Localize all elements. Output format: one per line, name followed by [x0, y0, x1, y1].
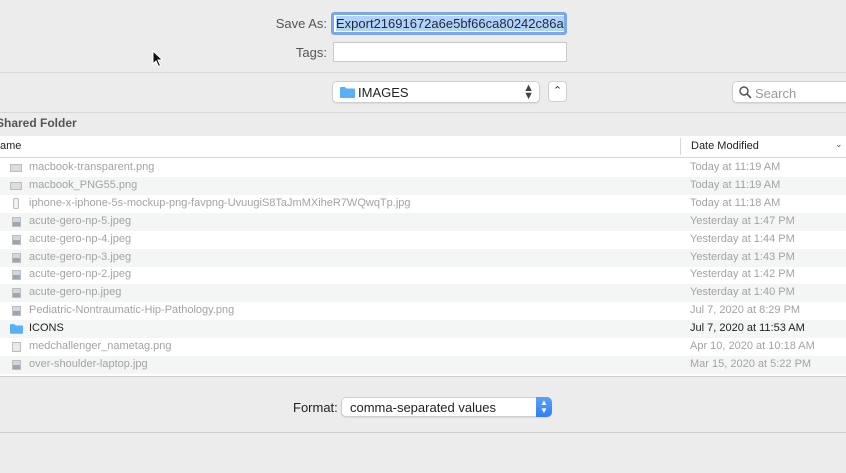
divider [0, 432, 846, 433]
file-row[interactable]: Pediatric-Nontraumatic-Hip-Pathology.png… [0, 302, 846, 320]
format-popup-value: comma-separated values [350, 400, 496, 415]
file-date-modified: Mar 15, 2020 at 5:22 PM [690, 357, 812, 370]
chevron-up-icon: ⌃ [552, 85, 563, 97]
column-header-row: ame Date Modified ⌄ [0, 136, 846, 158]
column-separator[interactable] [680, 138, 681, 155]
folder-icon [10, 323, 23, 335]
folder-icon [340, 87, 355, 98]
file-name: ICONS [29, 322, 64, 335]
popup-stepper-icon: ▲ ▼ [536, 397, 552, 417]
format-label: Format: [293, 400, 338, 415]
location-popup[interactable]: IMAGES ▲ ▼ [332, 81, 540, 103]
file-row[interactable]: medchallenger_nametag.png Apr 10, 2020 at… [0, 338, 846, 356]
laptop-file-icon [10, 162, 23, 174]
file-date-modified: Apr 10, 2020 at 10:18 AM [690, 340, 815, 352]
file-row[interactable]: macbook_PNG55.png Today at 11:19 AM [0, 176, 846, 195]
file-row[interactable]: acute-gero-np.jpeg Yesterday at 1:40 PM [0, 284, 846, 303]
image-file-icon [10, 234, 23, 246]
file-date-modified: Yesterday at 1:47 PM [690, 214, 795, 227]
file-date-modified: Today at 11:19 AM [690, 178, 781, 191]
file-name: acute-gero-np-4.jpeg [29, 232, 132, 245]
file-date-modified: Today at 11:18 AM [690, 196, 781, 209]
file-name: acute-gero-np-3.jpeg [29, 250, 132, 263]
search-icon [739, 86, 752, 99]
save-as-label: Save As: [275, 16, 327, 31]
file-date-modified: Yesterday at 1:43 PM [690, 250, 795, 263]
file-date-modified: Jul 7, 2020 at 8:29 PM [690, 304, 801, 317]
image-file-icon [10, 359, 23, 371]
shared-folder-header: Shared Folder [0, 116, 77, 130]
file-row[interactable]: over-shoulder-laptop.jpg Mar 15, 2020 at … [0, 355, 846, 374]
collapse-expand-button[interactable]: ⌃ [548, 81, 567, 102]
save-as-selected-text[interactable]: Export21691672a6e5bf66ca80242c86a [336, 16, 564, 31]
file-name: acute-gero-np-2.jpeg [29, 268, 132, 281]
save-as-field[interactable]: Export21691672a6e5bf66ca80242c86a [331, 12, 567, 35]
file-name: iphone-x-iphone-5s-mockup-png-favpng-Uvu… [29, 196, 411, 209]
mouse-cursor-icon [152, 50, 164, 68]
image-file-icon [10, 252, 23, 264]
file-row[interactable]: acute-gero-np-4.jpeg Yesterday at 1:44 PM [0, 231, 846, 249]
laptop-file-icon [10, 180, 23, 192]
file-name: over-shoulder-laptop.jpg [29, 357, 148, 370]
file-date-modified: Yesterday at 1:40 PM [690, 286, 795, 299]
search-input[interactable]: Search [732, 81, 846, 103]
format-popup[interactable]: comma-separated values ▲ ▼ [341, 397, 552, 417]
divider [0, 112, 846, 113]
tags-field[interactable] [333, 42, 567, 62]
file-row[interactable]: macbook-transparent.png Today at 11:19 AM [0, 159, 846, 177]
image-file-icon [10, 305, 23, 317]
file-name: macbook-transparent.png [29, 161, 155, 173]
file-browser-table[interactable]: ame Date Modified ⌄ macbook-transparent.… [0, 136, 846, 376]
file-name: medchallenger_nametag.png [29, 340, 172, 352]
image-file-icon [10, 269, 23, 281]
file-row[interactable]: acute-gero-np-3.jpeg Yesterday at 1:43 PM [0, 248, 846, 267]
up-down-chevron-icon: ▲ ▼ [523, 82, 534, 102]
file-name: macbook_PNG55.png [29, 178, 138, 191]
divider [0, 72, 846, 73]
location-popup-value: IMAGES [358, 85, 409, 100]
file-date-modified: Yesterday at 1:44 PM [690, 232, 795, 245]
sort-chevron-icon: ⌄ [835, 139, 843, 149]
file-name: Pediatric-Nontraumatic-Hip-Pathology.png [29, 304, 235, 317]
file-row[interactable]: acute-gero-np-5.jpeg Yesterday at 1:47 PM [0, 212, 846, 231]
folder-row[interactable]: ICONS Jul 7, 2020 at 11:53 AM [0, 320, 846, 339]
tags-label: Tags: [295, 45, 327, 60]
image-file-icon [10, 287, 23, 299]
column-header-date-modified[interactable]: Date Modified [691, 140, 759, 152]
file-row[interactable]: acute-gero-np-2.jpeg Yesterday at 1:42 PM [0, 266, 846, 284]
file-name: acute-gero-np.jpeg [29, 286, 122, 299]
search-placeholder: Search [755, 86, 797, 101]
file-date-modified: Yesterday at 1:42 PM [690, 268, 795, 281]
image-file-icon [10, 216, 23, 228]
file-date-modified: Jul 7, 2020 at 11:53 AM [690, 322, 805, 335]
file-row[interactable]: iphone-x-iphone-5s-mockup-png-favpng-Uvu… [0, 195, 846, 213]
column-header-name[interactable]: ame [0, 140, 21, 152]
file-name: acute-gero-np-5.jpeg [29, 214, 132, 227]
document-file-icon [10, 341, 23, 353]
file-date-modified: Today at 11:19 AM [690, 161, 781, 173]
phone-file-icon [10, 197, 23, 210]
